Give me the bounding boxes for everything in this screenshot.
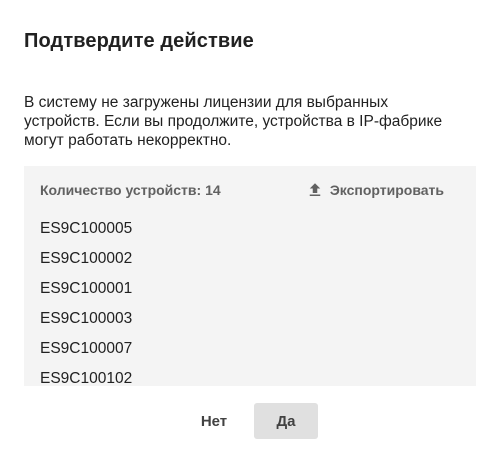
dialog-actions: Нет Да bbox=[0, 403, 496, 439]
yes-button[interactable]: Да bbox=[254, 403, 318, 439]
list-item: ES9C100002 bbox=[40, 250, 133, 267]
export-button-label: Экспортировать bbox=[329, 182, 444, 198]
export-button[interactable]: Экспортировать bbox=[306, 178, 444, 202]
list-item: ES9C100007 bbox=[40, 340, 133, 357]
device-count-label: Количество устройств: 14 bbox=[40, 182, 221, 198]
dialog-message: В систему не загружены лицензии для выбр… bbox=[24, 94, 443, 149]
upload-icon bbox=[309, 183, 321, 196]
list-item: ES9C100001 bbox=[40, 280, 133, 297]
no-button[interactable]: Нет bbox=[182, 403, 246, 439]
list-item: ES9C100005 bbox=[40, 220, 133, 237]
list-item: ES9C100102 bbox=[40, 370, 133, 386]
list-item: ES9C100003 bbox=[40, 310, 133, 327]
confirm-dialog: Подтвердите действие В систему не загруж… bbox=[0, 0, 496, 454]
devices-panel[interactable]: Количество устройств: 14 Экспортировать … bbox=[24, 166, 476, 386]
panel-header: Количество устройств: 14 Экспортировать bbox=[40, 180, 460, 200]
dialog-title: Подтвердите действие bbox=[24, 30, 254, 52]
device-list: ES9C100005 ES9C100002 ES9C100001 ES9C100… bbox=[40, 214, 132, 386]
